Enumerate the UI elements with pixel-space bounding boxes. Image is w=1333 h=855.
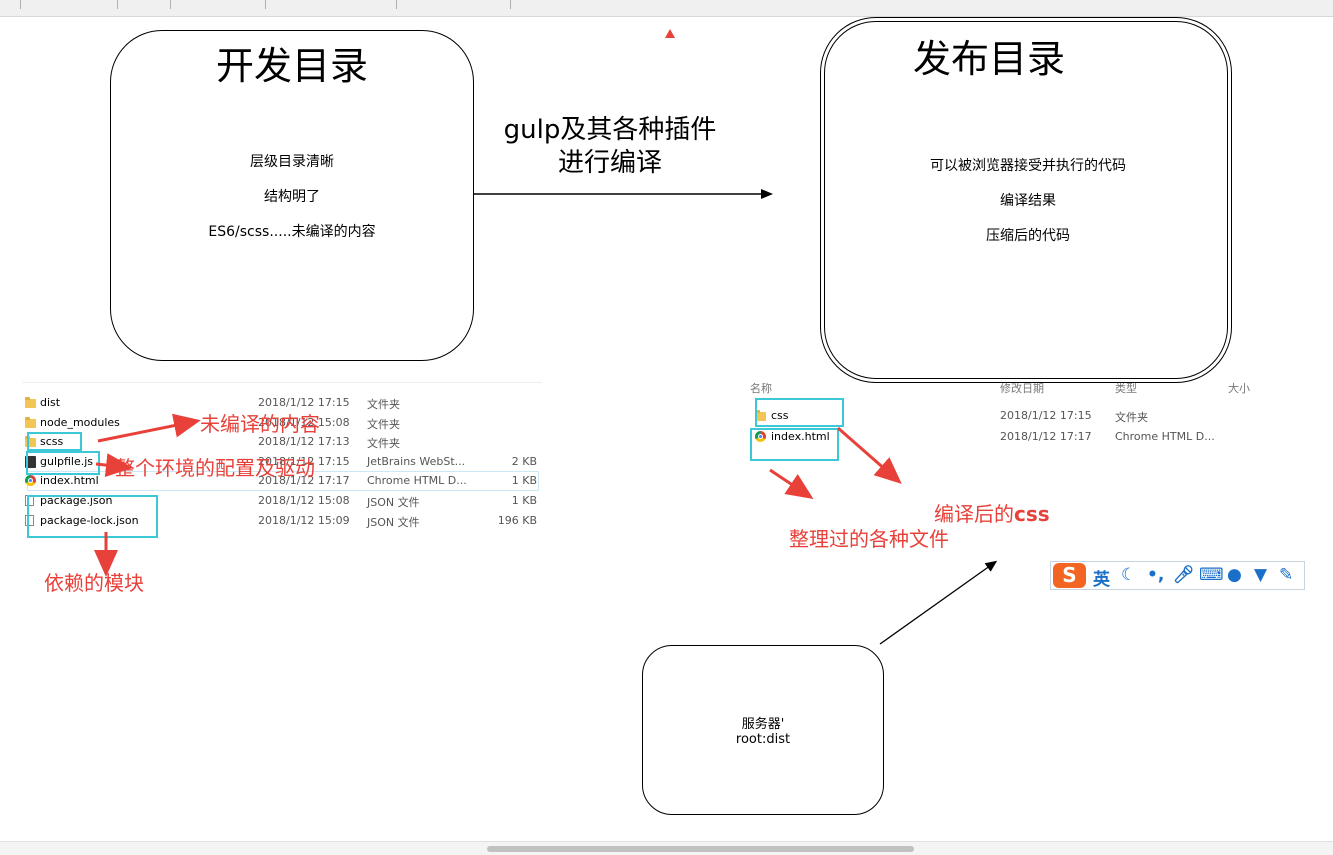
keyboard-icon[interactable]: ⌨ xyxy=(1199,565,1224,585)
microphone-icon[interactable]: 🎤︎ xyxy=(1173,565,1195,585)
user-icon[interactable]: ● xyxy=(1227,565,1242,585)
arrow-to-organized xyxy=(769,468,814,499)
ime-toolbar[interactable]: S 英 ☾ •, 🎤︎ ⌨ ● ▼ ✎ xyxy=(1050,561,1305,590)
server-arrow xyxy=(879,560,998,645)
wrench-icon[interactable]: ✎ xyxy=(1279,565,1293,585)
scrollbar-thumb[interactable] xyxy=(487,846,914,852)
horizontal-scrollbar[interactable] xyxy=(0,841,1333,855)
server-box-line2: root:dist xyxy=(735,732,791,747)
arrow-to-config xyxy=(95,453,133,478)
sogou-logo-icon[interactable]: S xyxy=(1053,563,1086,588)
ime-language-toggle[interactable]: 英 xyxy=(1093,565,1110,590)
arrow-to-uncompiled xyxy=(97,413,201,443)
server-box-line1: 服务器' xyxy=(741,717,785,732)
moon-icon[interactable]: ☾ xyxy=(1121,565,1136,585)
server-box: 服务器' root:dist xyxy=(642,645,884,815)
punctuation-icon[interactable]: •, xyxy=(1147,565,1164,585)
arrow-to-compiled-css xyxy=(837,426,902,484)
skin-icon[interactable]: ▼ xyxy=(1254,565,1267,585)
